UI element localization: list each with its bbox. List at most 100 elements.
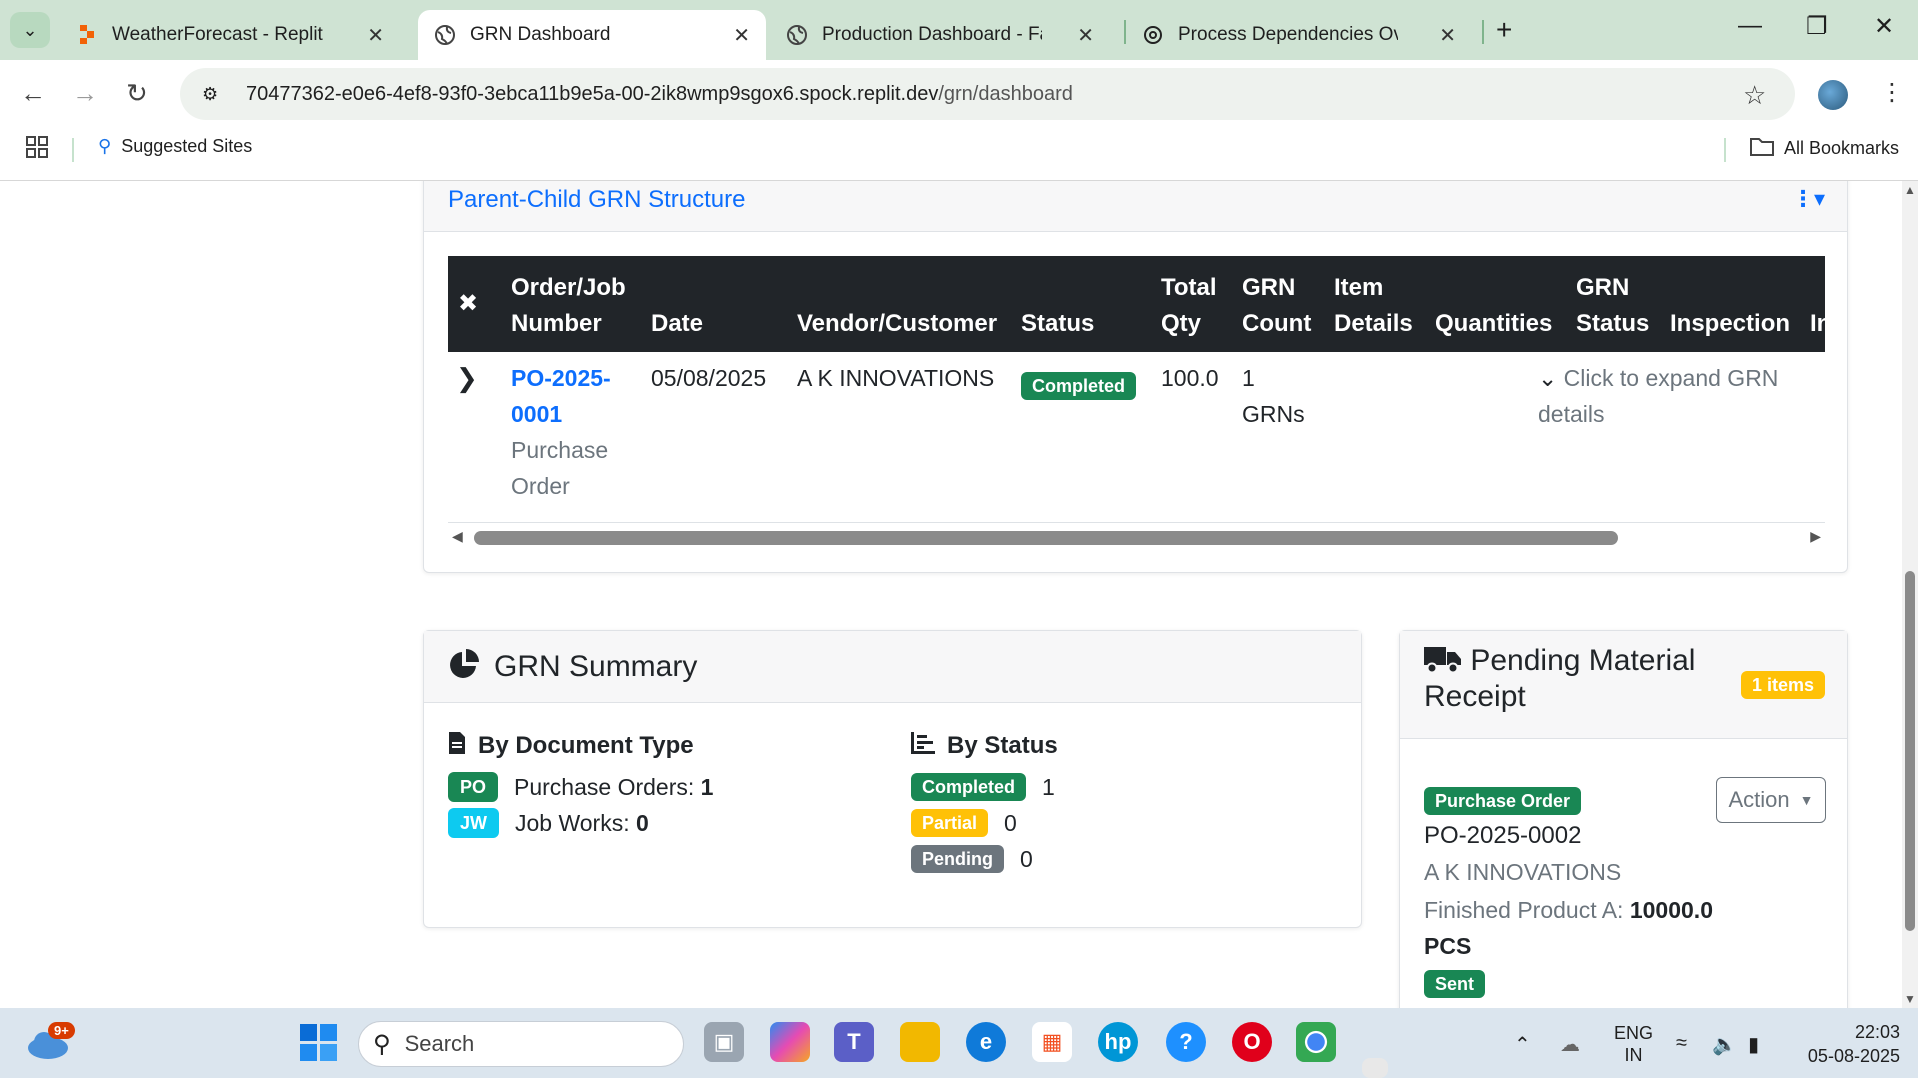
tray-overflow-icon[interactable]: ⌃: [1514, 1032, 1531, 1057]
bookmark-label: Suggested Sites: [121, 136, 253, 156]
copilot-icon[interactable]: [770, 1022, 810, 1062]
battery-icon[interactable]: ▮: [1748, 1032, 1759, 1057]
truck-icon: [1424, 644, 1462, 677]
app-icon[interactable]: [1362, 1058, 1388, 1078]
bookmark-star-icon[interactable]: ☆: [1743, 80, 1766, 111]
profile-avatar[interactable]: [1818, 80, 1848, 110]
restore-icon[interactable]: ❐: [1806, 12, 1828, 41]
opera-icon[interactable]: O: [1232, 1022, 1272, 1062]
expand-grn-details[interactable]: ⌄ Click to expand GRN details: [1538, 360, 1825, 432]
chevron-down-icon: ⌄: [1538, 365, 1558, 391]
teams-icon[interactable]: T: [834, 1022, 874, 1062]
po-label: Purchase Orders: 1: [514, 773, 714, 800]
card-header: Pending Material Receipt 1 items: [1400, 631, 1847, 739]
close-icon[interactable]: ✕: [733, 23, 750, 48]
scroll-right-icon[interactable]: ▶: [1810, 528, 1821, 545]
close-icon[interactable]: ✕: [1439, 23, 1456, 48]
browser-menu-icon[interactable]: ⋮: [1880, 78, 1904, 107]
apps-grid-icon[interactable]: [26, 136, 48, 158]
document-icon: [448, 731, 466, 762]
language-indicator[interactable]: ENG IN: [1614, 1022, 1653, 1066]
by-document-type: By Document Type PO Purchase Orders: 1 J…: [448, 729, 713, 841]
back-icon[interactable]: ←: [20, 78, 46, 109]
pie-chart-icon: [448, 648, 480, 685]
close-icon[interactable]: ✕: [367, 23, 384, 48]
pending-item: Purchase Order PO-2025-0002 A K INNOVATI…: [1424, 781, 1713, 1000]
partial-line: Partial 0: [911, 805, 1058, 841]
pending-line: Pending 0: [911, 841, 1058, 877]
tab-title: Production Dashboard - Factory: [822, 24, 1042, 45]
edge-icon[interactable]: e: [966, 1022, 1006, 1062]
scroll-up-icon[interactable]: ▲: [1904, 183, 1916, 197]
jw-badge: JW: [448, 808, 499, 838]
expand-all-icon[interactable]: ✖: [458, 286, 478, 322]
windows-start-icon[interactable]: [300, 1024, 338, 1067]
col-inspection: Inspection: [1670, 310, 1791, 337]
address-bar[interactable]: ⚙ 70477362-e0e6-4ef8-93f0-3ebca11b9e5a-0…: [180, 68, 1795, 120]
pending-unit: PCS: [1424, 933, 1472, 959]
taskbar-search[interactable]: ⚲ Search: [358, 1021, 684, 1067]
url-path: /grn/dashboard: [938, 82, 1073, 105]
forward-icon[interactable]: →: [72, 78, 98, 109]
col-vendor: Vendor/Customer: [797, 310, 998, 337]
partial-badge: Partial: [911, 809, 989, 837]
all-bookmarks-link[interactable]: All Bookmarks: [1750, 136, 1899, 161]
pending-vendor: A K INNOVATIONS: [1424, 859, 1622, 885]
store-icon[interactable]: ▦: [1032, 1022, 1072, 1062]
tab-production-dashboard[interactable]: Production Dashboard - Factory ✕: [770, 10, 1110, 60]
help-icon[interactable]: ?: [1166, 1022, 1206, 1062]
jw-label: Job Works: 0: [515, 809, 649, 836]
clock[interactable]: 22:03 05-08-2025: [1800, 1020, 1900, 1068]
completed-line: Completed 1: [911, 769, 1058, 805]
hp-icon[interactable]: hp: [1098, 1022, 1138, 1062]
chrome-icon[interactable]: [1296, 1022, 1336, 1062]
chatgpt-icon: [1142, 24, 1164, 46]
horizontal-scrollbar[interactable]: ◀ ▶: [448, 526, 1825, 548]
by-status: By Status Completed 1 Partial 0 Pending …: [911, 729, 1058, 877]
globe-icon: [434, 24, 456, 46]
scrollbar-thumb[interactable]: [1905, 571, 1915, 931]
onedrive-icon[interactable]: ☁: [1560, 1032, 1580, 1057]
jw-summary-line: JW Job Works: 0: [448, 805, 713, 841]
scroll-left-icon[interactable]: ◀: [452, 528, 463, 545]
tab-weatherforecast[interactable]: WeatherForecast - Replit ✕: [60, 10, 400, 60]
task-view-icon[interactable]: ▣: [704, 1022, 744, 1062]
tab-process-dependencies[interactable]: Process Dependencies Overview ✕: [1126, 10, 1472, 60]
folder-icon: [1750, 136, 1774, 161]
scrollbar-thumb[interactable]: [474, 531, 1618, 545]
window-close-icon[interactable]: ✕: [1874, 12, 1894, 41]
site-settings-icon[interactable]: ⚙: [202, 84, 226, 105]
card-header: GRN Summary: [424, 631, 1361, 703]
vertical-scrollbar[interactable]: ▲ ▼: [1902, 181, 1918, 1008]
minimize-icon[interactable]: —: [1738, 12, 1762, 40]
tab-title: GRN Dashboard: [470, 24, 611, 45]
parent-child-card: Parent-Child GRN Structure ⋮▾ ✖ Order/Jo…: [423, 181, 1848, 573]
col-date: Date: [651, 310, 704, 337]
section-heading: By Document Type: [448, 729, 713, 763]
col-status: Status: [1021, 310, 1095, 337]
po-summary-line: PO Purchase Orders: 1: [448, 769, 713, 805]
reload-icon[interactable]: ↻: [126, 78, 148, 109]
volume-icon[interactable]: 🔈: [1712, 1032, 1737, 1057]
col-order-number: Order/Job Number: [511, 274, 626, 337]
file-explorer-icon[interactable]: [900, 1022, 940, 1062]
bar-chart-icon: [911, 731, 935, 761]
search-icon: ⚲: [373, 1030, 391, 1058]
col-grn-status: GRN Status: [1576, 274, 1650, 337]
chevron-right-icon[interactable]: ❯: [456, 360, 478, 396]
table-row[interactable]: ❯ PO-2025- 0001 Purchase Order 05/08/2025 …: [448, 352, 1825, 523]
vendor-cell: A K INNOVATIONS: [797, 365, 995, 391]
wifi-icon[interactable]: ≈: [1676, 1032, 1687, 1055]
card-menu-icon[interactable]: ⋮▾: [1792, 186, 1825, 212]
action-dropdown-button[interactable]: Action ▼: [1716, 777, 1826, 823]
weather-widget-icon[interactable]: 9+: [26, 1022, 75, 1065]
scroll-down-icon[interactable]: ▼: [1904, 992, 1916, 1006]
tab-title: Process Dependencies Overview: [1178, 24, 1398, 45]
tab-grn-dashboard[interactable]: GRN Dashboard ✕: [418, 10, 766, 60]
grn-summary-card: GRN Summary By Document Type PO Purchase…: [423, 630, 1362, 928]
suggested-sites-link[interactable]: ⚲ Suggested Sites: [98, 136, 252, 157]
tab-search-button[interactable]: ⌄: [10, 12, 50, 48]
new-tab-icon[interactable]: +: [1496, 14, 1512, 46]
close-icon[interactable]: ✕: [1077, 23, 1094, 48]
order-number-link[interactable]: PO-2025- 0001: [511, 365, 611, 427]
